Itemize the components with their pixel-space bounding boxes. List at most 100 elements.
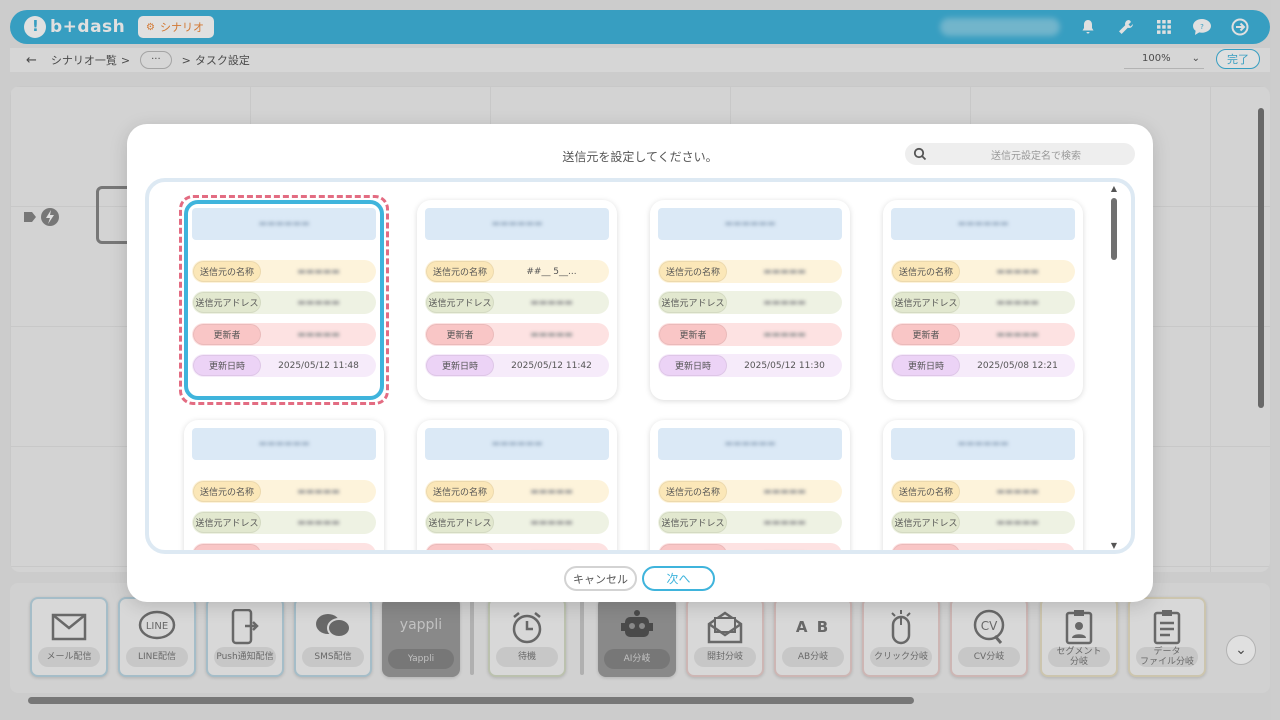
cancel-button[interactable]: キャンセル — [564, 566, 637, 591]
sender-card-title: ▬▬▬▬▬▬ — [425, 208, 609, 240]
field-value: 2025/05/08 12:21 — [977, 360, 1058, 371]
sender-card-title: ▬▬▬▬▬▬ — [891, 208, 1075, 240]
sender-field-updater: 更新者 ▬▬▬▬▬ — [425, 323, 609, 346]
search-icon — [913, 147, 927, 161]
field-value: ▬▬▬▬▬ — [996, 517, 1039, 528]
sender-field-name: 送信元の名称 ▬▬▬▬▬ — [425, 480, 609, 503]
field-label: 更新者 — [193, 544, 261, 550]
sender-card[interactable]: ▬▬▬▬▬▬送信元の名称▬▬▬▬▬送信元アドレス▬▬▬▬▬更新者▬▬▬▬▬更新日… — [883, 420, 1083, 550]
field-label: 更新日時 — [892, 355, 960, 376]
field-label: 送信元アドレス — [659, 292, 727, 313]
redacted-text: ▬▬▬▬▬▬ — [957, 219, 1009, 229]
sender-field-updater: 更新者▬▬▬▬▬ — [425, 543, 609, 550]
field-label: 送信元アドレス — [892, 512, 960, 533]
field-label: 更新者 — [659, 324, 727, 345]
field-value: ▬▬▬▬▬ — [996, 266, 1039, 277]
sender-field-updater: 更新者▬▬▬▬▬ — [891, 323, 1075, 346]
field-value: 2025/05/12 11:30 — [744, 360, 825, 371]
field-value: ▬▬▬▬▬ — [530, 329, 573, 340]
sender-field-name: 送信元の名称 ▬▬▬▬▬ — [192, 480, 376, 503]
scroll-up-icon[interactable]: ▲ — [1111, 184, 1117, 193]
next-button[interactable]: 次へ — [642, 566, 715, 591]
sender-field-address: 送信元アドレス ▬▬▬▬▬ — [192, 291, 376, 314]
sender-card[interactable]: ▬▬▬▬▬▬ 送信元の名称 ▬▬▬▬▬ 送信元アドレス ▬▬▬▬▬ 更新者 ▬▬▬▬▬ 更新日… — [650, 200, 850, 400]
sender-field-updated-at: 更新日時 2025/05/12 11:48 — [192, 354, 376, 377]
field-label: 更新日時 — [659, 355, 727, 376]
sender-field-updated-at: 更新日時 2025/05/12 11:42 — [425, 354, 609, 377]
field-label: 更新者 — [426, 544, 494, 550]
sender-field-updater: 更新者▬▬▬▬▬ — [891, 543, 1075, 550]
field-value: ▬▬▬▬▬ — [530, 486, 573, 497]
sender-card[interactable]: ▬▬▬▬▬▬送信元の名称▬▬▬▬▬送信元アドレス▬▬▬▬▬更新者▬▬▬▬▬更新日… — [883, 200, 1083, 400]
sender-field-address: 送信元アドレス ▬▬▬▬▬ — [658, 511, 842, 534]
field-label: 送信元アドレス — [659, 512, 727, 533]
sender-field-updated-at: 更新日時 2025/05/08 12:21 — [891, 354, 1075, 377]
field-label: 送信元アドレス — [426, 512, 494, 533]
sender-card[interactable]: ▬▬▬▬▬▬ 送信元の名称 ▬▬▬▬▬ 送信元アドレス ▬▬▬▬▬ 更新者 ▬▬▬▬▬ 更新日… — [184, 200, 384, 400]
sender-card-list: ▬▬▬▬▬▬ 送信元の名称 ▬▬▬▬▬ 送信元アドレス ▬▬▬▬▬ 更新者 ▬▬▬▬▬ 更新日… — [149, 182, 1131, 550]
field-label: 送信元アドレス — [193, 292, 261, 313]
sender-card[interactable]: ▬▬▬▬▬▬ 送信元の名称 ##__ 5__... 送信元アドレス ▬▬▬▬▬ 更新者 ▬▬… — [417, 200, 617, 400]
field-value: ▬▬▬▬▬ — [297, 517, 340, 528]
sender-card-title: ▬▬▬▬▬▬ — [192, 208, 376, 240]
field-value: ▬▬▬▬▬ — [494, 550, 609, 551]
redacted-text: ▬▬▬▬▬▬ — [957, 439, 1009, 449]
sender-field-address: 送信元アドレス ▬▬▬▬▬ — [891, 511, 1075, 534]
field-label: 更新者 — [426, 324, 494, 345]
sender-card[interactable]: ▬▬▬▬▬▬送信元の名称▬▬▬▬▬送信元アドレス▬▬▬▬▬更新者▬▬▬▬▬更新日… — [184, 420, 384, 550]
field-label: 送信元の名称 — [193, 481, 261, 502]
card-grid-scrollbar[interactable] — [1111, 198, 1117, 260]
field-label: 更新日時 — [426, 355, 494, 376]
field-value: ▬▬▬▬▬ — [996, 329, 1039, 340]
field-value: ▬▬▬▬▬ — [996, 486, 1039, 497]
search-placeholder: 送信元設定名で検索 — [991, 150, 1081, 162]
sender-card-title: ▬▬▬▬▬▬ — [658, 208, 842, 240]
sender-select-dialog: 送信元を設定してください。 送信元設定名で検索 ▬▬▬▬▬▬ 送信元の名称 ▬▬▬▬… — [127, 124, 1153, 602]
field-value: ▬▬▬▬▬ — [530, 517, 573, 528]
sender-field-updater: 更新者▬▬▬▬▬ — [658, 543, 842, 550]
sender-field-name: 送信元の名称 ▬▬▬▬▬ — [658, 260, 842, 283]
redacted-text: ▬▬▬▬▬▬ — [258, 219, 310, 229]
field-value: ▬▬▬▬▬ — [530, 297, 573, 308]
field-value: ▬▬▬▬▬ — [960, 550, 1075, 551]
redacted-text: ▬▬▬▬▬▬ — [724, 439, 776, 449]
sender-card-title: ▬▬▬▬▬▬ — [192, 428, 376, 460]
sender-card-title: ▬▬▬▬▬▬ — [891, 428, 1075, 460]
sender-field-updater: 更新者 ▬▬▬▬▬ — [192, 323, 376, 346]
field-label: 更新者 — [892, 544, 960, 550]
sender-card[interactable]: ▬▬▬▬▬▬送信元の名称▬▬▬▬▬送信元アドレス▬▬▬▬▬更新者▬▬▬▬▬更新日… — [650, 420, 850, 550]
field-value: ##__ 5__... — [526, 266, 577, 277]
sender-card[interactable]: ▬▬▬▬▬▬送信元の名称▬▬▬▬▬送信元アドレス▬▬▬▬▬更新者▬▬▬▬▬更新日… — [417, 420, 617, 550]
field-label: 送信元の名称 — [659, 481, 727, 502]
redacted-text: ▬▬▬▬▬▬ — [724, 219, 776, 229]
redacted-text: ▬▬▬▬▬▬ — [491, 219, 543, 229]
field-label: 送信元の名称 — [659, 261, 727, 282]
sender-field-name: 送信元の名称 ▬▬▬▬▬ — [658, 480, 842, 503]
field-label: 送信元アドレス — [426, 292, 494, 313]
field-label: 更新者 — [193, 324, 261, 345]
sender-card-title: ▬▬▬▬▬▬ — [425, 428, 609, 460]
sender-field-address: 送信元アドレス ▬▬▬▬▬ — [192, 511, 376, 534]
field-label: 送信元の名称 — [892, 261, 960, 282]
field-value: ▬▬▬▬▬ — [297, 329, 340, 340]
field-label: 送信元アドレス — [193, 512, 261, 533]
field-value: ▬▬▬▬▬ — [297, 266, 340, 277]
field-value: ▬▬▬▬▬ — [763, 266, 806, 277]
field-value: ▬▬▬▬▬ — [763, 329, 806, 340]
redacted-text: ▬▬▬▬▬▬ — [491, 439, 543, 449]
field-value: ▬▬▬▬▬ — [763, 486, 806, 497]
field-label: 送信元の名称 — [193, 261, 261, 282]
field-value: ▬▬▬▬▬ — [297, 297, 340, 308]
sender-field-name: 送信元の名称 ##__ 5__... — [425, 260, 609, 283]
search-input[interactable]: 送信元設定名で検索 — [905, 143, 1135, 165]
scroll-down-icon[interactable]: ▼ — [1111, 541, 1117, 550]
sender-card-grid: ▬▬▬▬▬▬ 送信元の名称 ▬▬▬▬▬ 送信元アドレス ▬▬▬▬▬ 更新者 ▬▬▬▬▬ 更新日… — [145, 178, 1135, 554]
field-label: 送信元の名称 — [892, 481, 960, 502]
field-value: ▬▬▬▬▬ — [996, 297, 1039, 308]
sender-field-name: 送信元の名称 ▬▬▬▬▬ — [891, 260, 1075, 283]
field-value: ▬▬▬▬▬ — [763, 517, 806, 528]
field-label: 更新日時 — [193, 355, 261, 376]
field-label: 更新者 — [659, 544, 727, 550]
field-label: 送信元アドレス — [892, 292, 960, 313]
sender-field-address: 送信元アドレス ▬▬▬▬▬ — [425, 291, 609, 314]
